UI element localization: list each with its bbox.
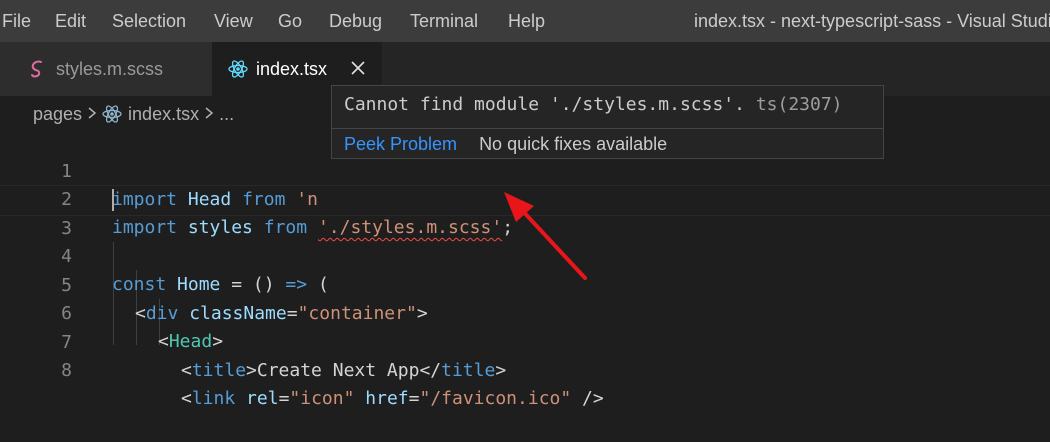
hover-actions: Peek Problem No quick fixes available: [344, 131, 667, 157]
react-file-icon: [102, 104, 122, 124]
code-line: 8 <link rel="icon" href="/favicon.ico" /…: [0, 328, 1050, 410]
no-quick-fixes-label: No quick fixes available: [479, 134, 668, 154]
breadcrumb-file[interactable]: index.tsx: [128, 100, 199, 128]
tab-styles-scss[interactable]: styles.m.scss: [0, 42, 212, 96]
line-number: 8: [61, 359, 72, 381]
menu-selection[interactable]: Selection: [112, 0, 186, 42]
breadcrumb: pages index.tsx ...: [33, 100, 234, 128]
menu-bar: File Edit Selection View Go Debug Termin…: [0, 0, 1050, 42]
code-editor[interactable]: 1 import Head from 'n 2 import styles fr…: [0, 128, 1050, 409]
menu-edit[interactable]: Edit: [55, 0, 86, 42]
code-line: 4 const Home = () => (: [0, 214, 1050, 296]
error-code: ts(2307): [755, 94, 843, 115]
menu-go[interactable]: Go: [278, 0, 302, 42]
scss-file-icon: [28, 59, 48, 79]
menu-view[interactable]: View: [214, 0, 253, 42]
chevron-right-icon: [86, 100, 98, 128]
peek-problem-link[interactable]: Peek Problem: [344, 134, 457, 154]
menu-debug[interactable]: Debug: [329, 0, 382, 42]
breadcrumb-more[interactable]: ...: [219, 100, 234, 128]
chevron-right-icon: [203, 100, 215, 128]
menu-terminal[interactable]: Terminal: [410, 0, 478, 42]
text-cursor: [112, 189, 114, 211]
divider: [332, 128, 883, 129]
tab-label: styles.m.scss: [56, 58, 164, 79]
react-file-icon: [228, 59, 248, 79]
menu-file[interactable]: File: [2, 0, 31, 42]
problem-hover-widget: Cannot find module './styles.m.scss'. ts…: [331, 85, 884, 159]
code-line: 6 <Head>: [0, 271, 1050, 353]
code-line: 7 <title>Create Next App</title>: [0, 300, 1050, 382]
breadcrumb-folder[interactable]: pages: [33, 100, 82, 128]
code-line: 2 import styles from './styles.m.scss';: [0, 157, 1050, 239]
code-line: 5 <div className="container">: [0, 243, 1050, 325]
window-title: index.tsx - next-typescript-sass - Visua…: [694, 11, 1050, 31]
code-line-current: 3: [0, 185, 1050, 239]
error-message: Cannot find module './styles.m.scss'. ts…: [344, 94, 843, 115]
menu-help[interactable]: Help: [508, 0, 545, 42]
tab-label: index.tsx: [256, 58, 328, 79]
close-icon[interactable]: [348, 58, 368, 78]
